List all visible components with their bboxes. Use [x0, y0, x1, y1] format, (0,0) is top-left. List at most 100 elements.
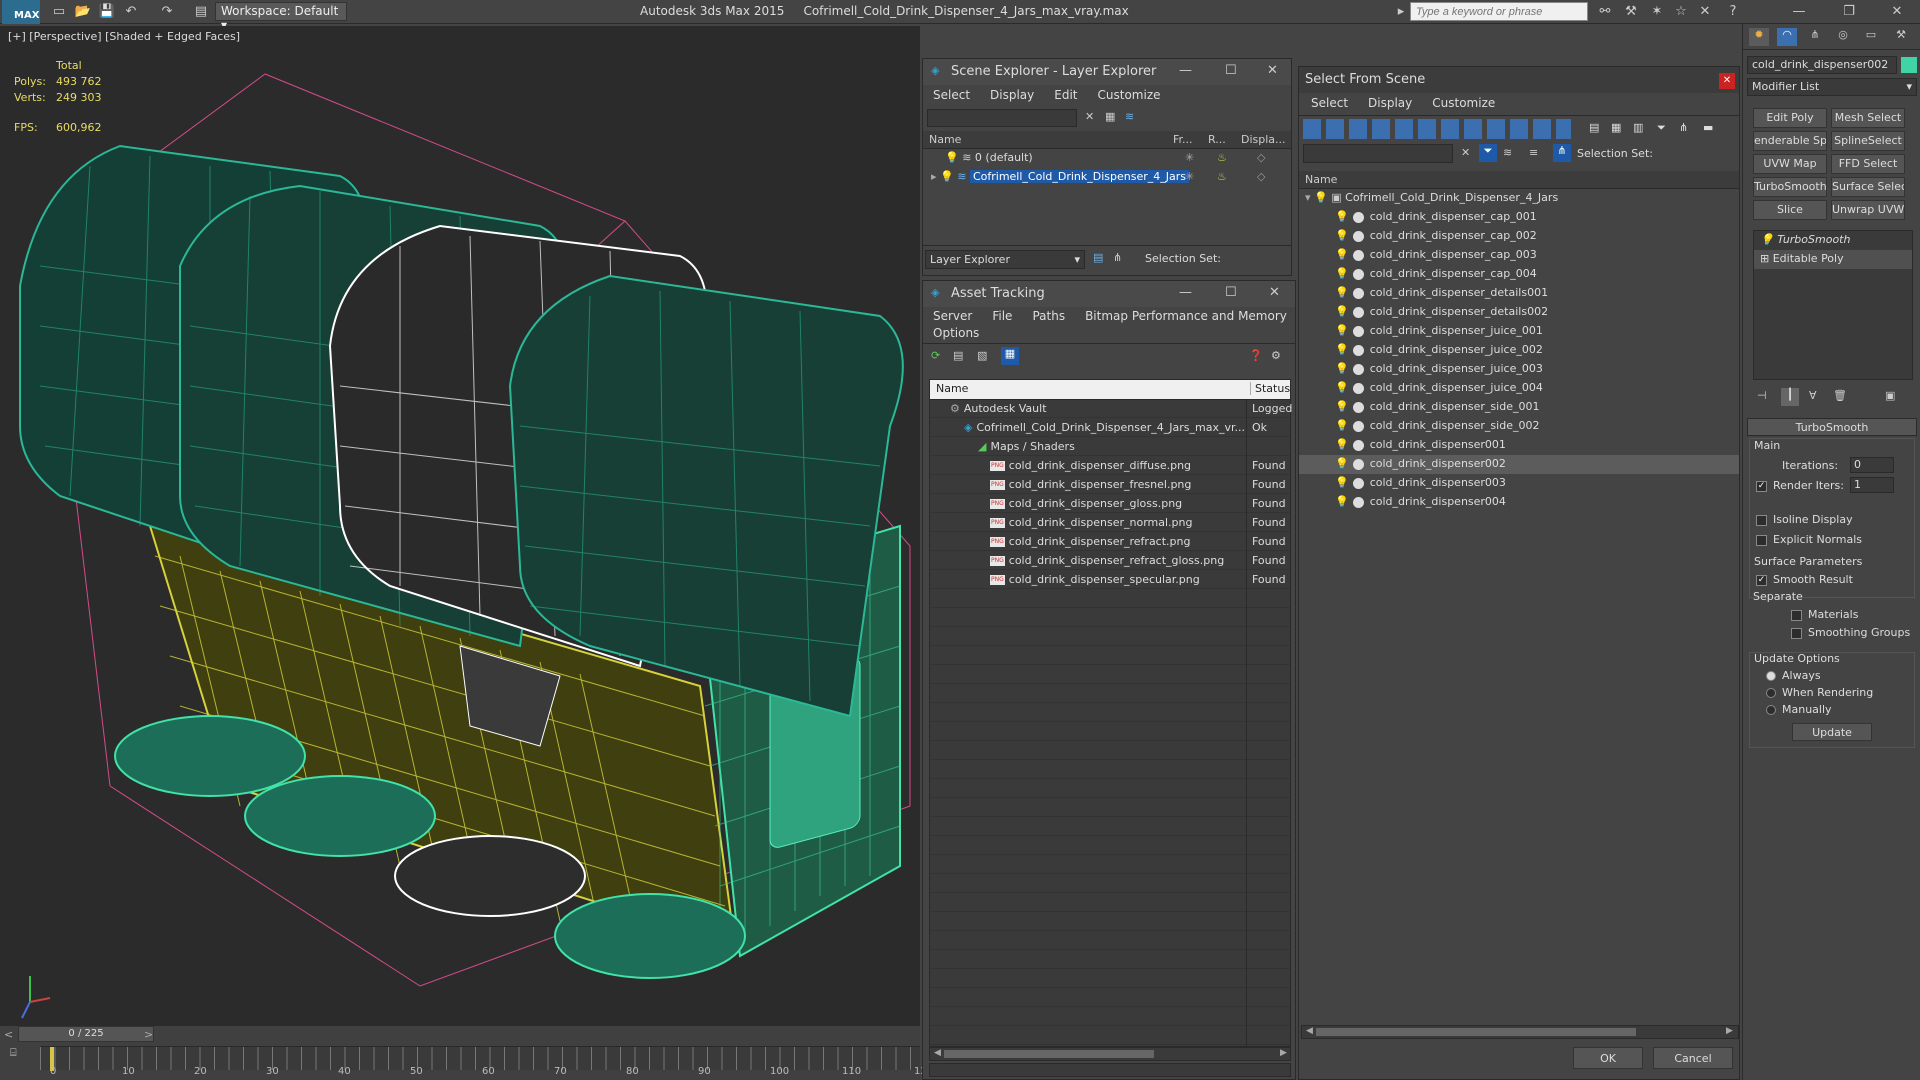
filter-icon[interactable]: ⏷	[1657, 121, 1666, 135]
modifier-list-dropdown[interactable]: Modifier List ▾	[1747, 78, 1917, 96]
search-arrow-icon[interactable]: ▸	[1392, 3, 1410, 21]
prev-frame-icon[interactable]: <	[4, 1028, 13, 1041]
menu-display[interactable]: Display	[1368, 96, 1412, 110]
project-folder-icon[interactable]: ▤	[192, 3, 210, 21]
lightbulb-icon[interactable]: 💡	[1335, 324, 1349, 337]
lightbulb-icon[interactable]: 💡	[1335, 419, 1349, 432]
lightbulb-icon[interactable]: 💡	[1335, 210, 1349, 223]
asset-row[interactable]: PNG cold_drink_dispenser_refract.png Found	[930, 533, 1290, 552]
explicit-normals-checkbox[interactable]: Explicit Normals	[1756, 533, 1862, 546]
collapse-icon[interactable]: ▾	[1305, 191, 1311, 204]
make-unique-icon[interactable]: ∀	[1809, 389, 1817, 402]
redo-icon[interactable]: ↷	[158, 3, 176, 21]
timeline[interactable]: < 0 / 225 > ⌸ 01020304050607080901001101…	[0, 1026, 933, 1080]
lightbulb-icon[interactable]: 💡	[1760, 233, 1774, 246]
scroll-left-icon[interactable]: ◀	[934, 1048, 941, 1058]
clear-icon[interactable]: ✕	[1461, 146, 1470, 159]
layer-manager-icon[interactable]: ▤	[1093, 251, 1103, 264]
search-input[interactable]	[1410, 2, 1588, 21]
asset-row[interactable]: ⚙ Autodesk Vault Logged	[930, 400, 1292, 419]
exchange-icon[interactable]: ✕	[1696, 3, 1714, 21]
object-row[interactable]: 💡 cold_drink_dispenser002	[1299, 455, 1739, 474]
menu-file[interactable]: File	[992, 309, 1012, 323]
expand-icon[interactable]: ⊞	[1760, 252, 1769, 265]
remove-modifier-icon[interactable]: 🗑	[1833, 389, 1847, 402]
lightbulb-icon[interactable]: 💡	[1335, 495, 1349, 508]
mini-listener-icon[interactable]: ⌸	[10, 1046, 26, 1062]
object-row[interactable]: 💡 cold_drink_dispenser001	[1299, 436, 1739, 455]
hierarchy-icon[interactable]: ⋔	[1553, 144, 1571, 162]
menu-select[interactable]: Select	[1311, 96, 1348, 110]
minimize-icon[interactable]: —	[1179, 285, 1192, 300]
object-row[interactable]: 💡 cold_drink_dispenser_side_001	[1299, 398, 1739, 417]
object-row[interactable]: 💡 cold_drink_dispenser_juice_001	[1299, 322, 1739, 341]
minimize-icon[interactable]: —	[1790, 3, 1808, 21]
asset-row[interactable]: PNG cold_drink_dispenser_normal.png Found	[930, 514, 1290, 533]
col-name[interactable]: Name	[936, 382, 968, 395]
time-slider[interactable]: 0 / 225	[18, 1026, 154, 1042]
col-status[interactable]: Status	[1250, 382, 1290, 395]
minimize-icon[interactable]: —	[1179, 63, 1192, 78]
list-icon[interactable]: ▤	[1589, 121, 1599, 134]
undo-icon[interactable]: ↶	[122, 3, 140, 21]
scroll-right-icon[interactable]: ▶	[1280, 1048, 1287, 1058]
utilities-tab-icon[interactable]: ⚒	[1891, 28, 1911, 46]
motion-tab-icon[interactable]: ◎	[1833, 28, 1853, 46]
asset-row[interactable]: PNG cold_drink_dispenser_specular.png Foun…	[930, 571, 1290, 590]
asset-row[interactable]: PNG cold_drink_dispenser_fresnel.png Found	[930, 476, 1290, 495]
display-icon[interactable]: ◇	[1257, 170, 1265, 183]
expand-icon[interactable]: ▸	[931, 170, 937, 183]
maximize-icon[interactable]: ☐	[1225, 285, 1237, 300]
modifier-button[interactable]: Mesh Select	[1831, 108, 1905, 128]
display-tab-icon[interactable]: ▭	[1861, 28, 1881, 46]
smooth-result-checkbox[interactable]: ✓ Smooth Result	[1756, 573, 1853, 586]
explorer-type-dropdown[interactable]: Layer Explorer ▾	[925, 250, 1085, 269]
refresh-icon[interactable]: ⟳	[931, 349, 940, 362]
manually-radio[interactable]: Manually	[1766, 703, 1832, 716]
object-row[interactable]: 💡 cold_drink_dispenser_details001	[1299, 284, 1739, 303]
update-button[interactable]: Update	[1792, 723, 1872, 741]
asset-row[interactable]: ◈ Cofrimell_Cold_Drink_Dispenser_4_Jars_m…	[930, 419, 1290, 438]
asset-row[interactable]: ◢ Maps / Shaders	[930, 438, 1290, 457]
layers-icon[interactable]: ≋	[1503, 146, 1512, 159]
when-rendering-radio[interactable]: When Rendering	[1766, 686, 1873, 699]
modifier-button[interactable]: enderable Splir	[1753, 131, 1827, 151]
lightbulb-icon[interactable]: 💡	[1335, 286, 1349, 299]
show-end-result-icon[interactable]: ┃	[1781, 388, 1799, 406]
object-row[interactable]: 💡 cold_drink_dispenser_side_002	[1299, 417, 1739, 436]
clear-icon[interactable]: ✕	[1085, 110, 1094, 123]
columns-icon[interactable]: ▥	[1633, 121, 1643, 134]
root-row[interactable]: ▾ 💡 ▣ Cofrimell_Cold_Drink_Dispenser_4_J…	[1299, 189, 1739, 208]
object-row[interactable]: 💡 cold_drink_dispenser_cap_002	[1299, 227, 1739, 246]
asset-row[interactable]: PNG cold_drink_dispenser_refract_gloss.pn…	[930, 552, 1290, 571]
freeze-icon[interactable]: ✳	[1185, 170, 1194, 183]
iterations-spinner[interactable]: 0	[1850, 457, 1894, 473]
lightbulb-icon[interactable]: 💡	[1335, 343, 1349, 356]
modify-tab-icon[interactable]: ◠	[1777, 28, 1797, 46]
modifier-button[interactable]: UVW Map	[1753, 154, 1827, 174]
find-input[interactable]	[1303, 144, 1453, 163]
open-file-icon[interactable]: 📂	[74, 3, 92, 21]
scroll-right-icon[interactable]: ▶	[1726, 1026, 1733, 1036]
save-icon[interactable]: 💾	[98, 3, 116, 21]
new-file-icon[interactable]: ▭	[50, 3, 68, 21]
object-list-hscrollbar[interactable]: ◀ ▶	[1301, 1025, 1739, 1039]
object-row[interactable]: 💡 cold_drink_dispenser_cap_003	[1299, 246, 1739, 265]
stack-item-turbosmooth[interactable]: 💡 TurboSmooth	[1754, 231, 1912, 250]
thumbnail-view-icon[interactable]: ▧	[977, 349, 987, 362]
object-color-swatch[interactable]	[1901, 57, 1917, 73]
tools-icon[interactable]: ⚒	[1622, 3, 1640, 21]
modifier-button[interactable]: SplineSelect	[1831, 131, 1905, 151]
menu-bitmap-performance[interactable]: Bitmap Performance and Memory	[1085, 309, 1287, 323]
subscription-icon[interactable]: ✶	[1648, 3, 1666, 21]
ok-button[interactable]: OK	[1573, 1047, 1643, 1069]
freeze-icon[interactable]: ✳	[1185, 151, 1194, 164]
object-row[interactable]: 💡 cold_drink_dispenser004	[1299, 493, 1739, 512]
layer-row[interactable]: ▸ 💡 ≋ Cofrimell_Cold_Drink_Dispenser_4_J…	[923, 168, 1291, 187]
restore-icon[interactable]: ❐	[1840, 3, 1858, 21]
object-row[interactable]: 💡 cold_drink_dispenser_juice_004	[1299, 379, 1739, 398]
cancel-button[interactable]: Cancel	[1653, 1047, 1733, 1069]
close-icon[interactable]: ✕	[1267, 63, 1278, 78]
viewport-label[interactable]: [+] [Perspective] [Shaded + Edged Faces]	[8, 30, 240, 43]
close-icon[interactable]: ✕	[1888, 3, 1906, 21]
